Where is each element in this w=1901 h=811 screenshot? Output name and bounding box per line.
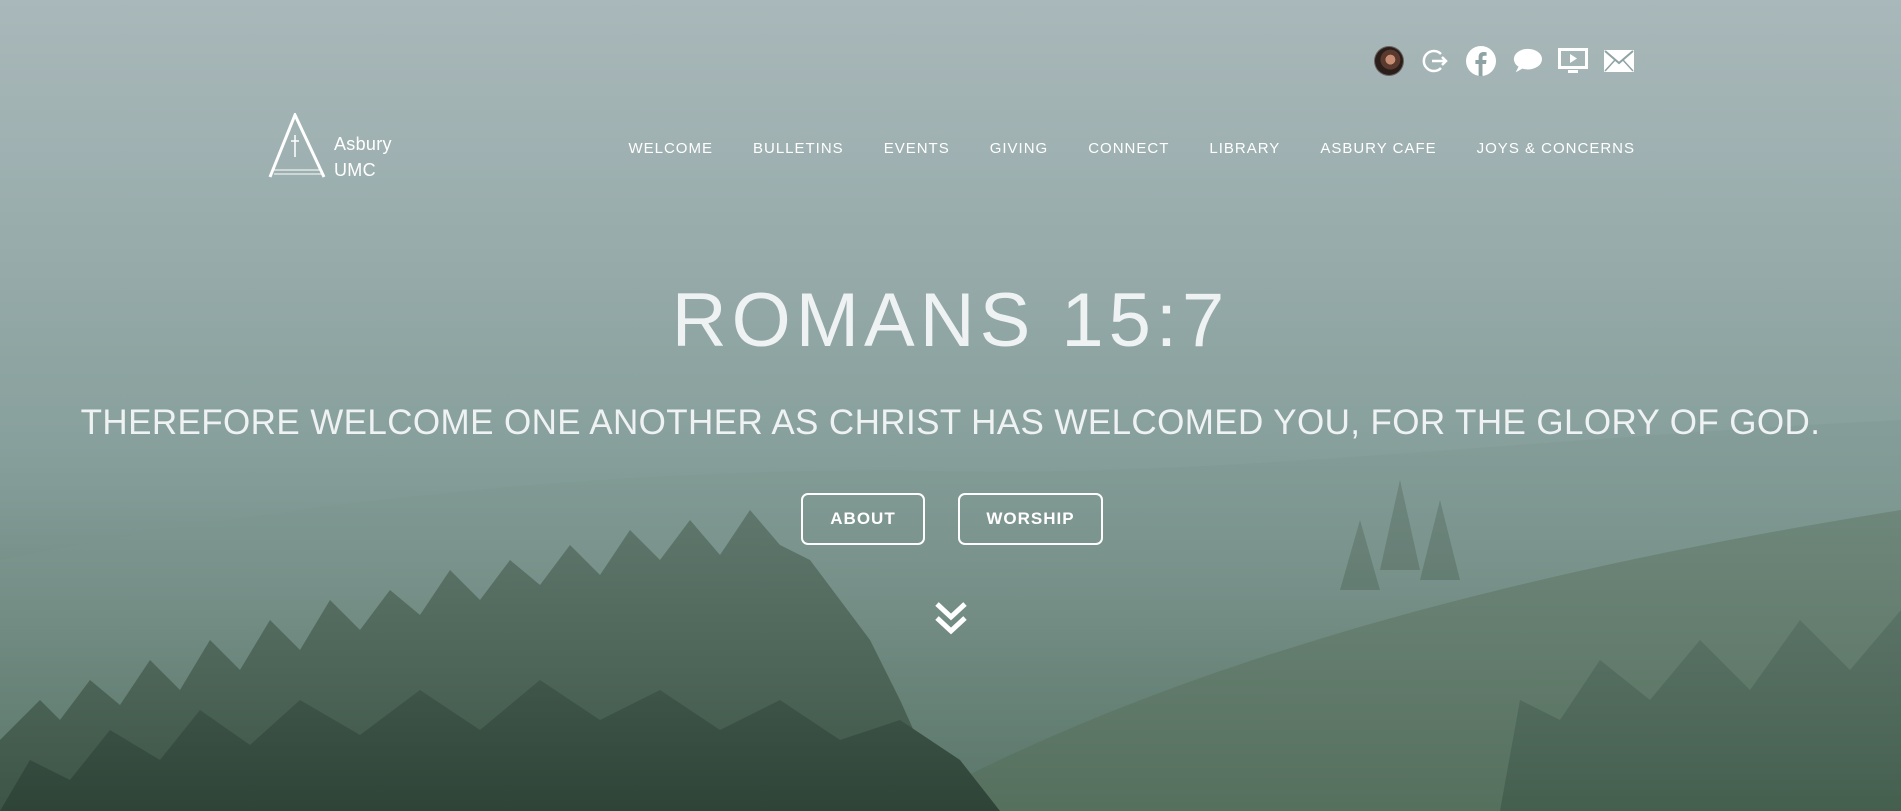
nav-item-welcome[interactable]: WELCOME — [628, 140, 713, 157]
logo-line-2: UMC — [334, 160, 376, 180]
video-icon[interactable] — [1558, 46, 1588, 76]
logo-mark-icon — [268, 113, 326, 178]
logo-line-1: Asbury — [334, 134, 392, 154]
nav-item-asbury-cafe[interactable]: ASBURY CAFE — [1320, 140, 1436, 157]
nav-item-joys-concerns[interactable]: JOYS & CONCERNS — [1477, 140, 1635, 157]
logo-text: Asbury UMC — [334, 131, 392, 183]
hero-buttons: ABOUT WORSHIP — [801, 493, 1103, 545]
login-icon[interactable] — [1420, 46, 1450, 76]
site-logo[interactable]: Asbury UMC — [266, 113, 392, 183]
social-icons — [1374, 46, 1634, 76]
double-chevron-down-icon[interactable] — [934, 600, 968, 641]
nav-item-events[interactable]: EVENTS — [884, 140, 950, 157]
worship-button[interactable]: WORSHIP — [958, 493, 1103, 545]
nav-item-bulletins[interactable]: BULLETINS — [753, 140, 844, 157]
nav-item-giving[interactable]: GIVING — [990, 140, 1049, 157]
avatar[interactable] — [1374, 46, 1404, 76]
main-nav: WELCOME BULLETINS EVENTS GIVING CONNECT … — [628, 140, 1635, 157]
nav-item-library[interactable]: LIBRARY — [1209, 140, 1280, 157]
chat-icon[interactable] — [1512, 46, 1542, 76]
facebook-icon[interactable] — [1466, 46, 1496, 76]
mail-icon[interactable] — [1604, 46, 1634, 76]
nav-item-connect[interactable]: CONNECT — [1088, 140, 1169, 157]
verse-reference: ROMANS 15:7 — [671, 278, 1230, 363]
verse-text: THEREFORE WELCOME ONE ANOTHER AS CHRIST … — [80, 403, 1821, 442]
hero-section: Asbury UMC WELCOME BULLETINS EVENTS GIVI… — [0, 0, 1901, 811]
about-button[interactable]: ABOUT — [801, 493, 925, 545]
